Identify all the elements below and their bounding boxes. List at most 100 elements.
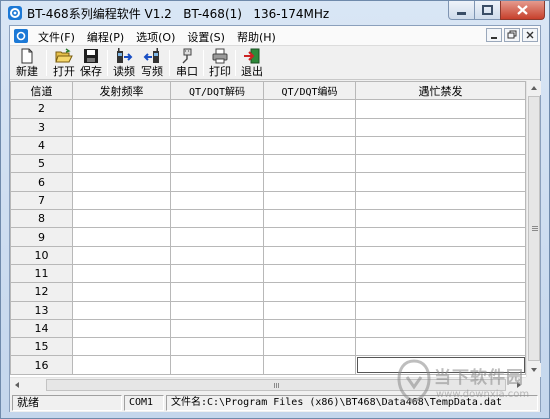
vertical-scroll-thumb[interactable] — [528, 96, 540, 361]
grid-cell[interactable] — [72, 117, 171, 137]
grid-cell[interactable] — [355, 99, 526, 119]
row-header[interactable]: 5 — [10, 154, 73, 174]
close-button[interactable] — [500, 1, 545, 20]
grid-cell[interactable] — [170, 135, 264, 156]
grid-cell[interactable] — [72, 337, 171, 357]
horizontal-scrollbar[interactable] — [10, 377, 526, 391]
column-header-tx-frequency[interactable]: 发射频率 — [72, 80, 171, 101]
row-header[interactable]: 8 — [10, 209, 73, 229]
grid-cell[interactable] — [355, 227, 526, 247]
grid-cell[interactable] — [263, 282, 356, 302]
grid-cell[interactable] — [355, 245, 526, 265]
maximize-button[interactable] — [474, 1, 501, 20]
grid-cell[interactable] — [263, 209, 356, 229]
open-button[interactable]: 打开 — [49, 47, 79, 79]
title-bar[interactable]: BT-468系列编程软件 V1.2 BT-468(1) 136-174MHz — [1, 1, 549, 25]
grid-cell[interactable] — [263, 355, 356, 375]
row-header[interactable]: 12 — [10, 282, 73, 302]
vertical-scrollbar[interactable] — [526, 81, 541, 377]
row-header[interactable]: 7 — [10, 190, 73, 211]
grid-cell[interactable] — [170, 300, 264, 320]
exit-button[interactable]: 退出 — [237, 47, 267, 79]
row-header[interactable]: 14 — [10, 318, 73, 339]
grid-cell[interactable] — [170, 355, 264, 375]
grid-cell[interactable] — [72, 263, 171, 284]
grid-cell[interactable] — [72, 154, 171, 174]
grid-cell[interactable] — [72, 300, 171, 320]
grid-cell[interactable] — [355, 318, 526, 339]
scroll-down-button[interactable] — [527, 363, 541, 377]
grid-cell[interactable] — [263, 99, 356, 119]
row-header[interactable]: 13 — [10, 300, 73, 320]
grid-cell[interactable] — [263, 227, 356, 247]
mdi-close-button[interactable] — [522, 28, 538, 42]
scroll-right-button[interactable] — [512, 378, 526, 392]
mdi-minimize-button[interactable] — [486, 28, 502, 42]
menu-program[interactable]: 编程(P) — [81, 26, 130, 46]
grid-cell[interactable] — [355, 172, 526, 192]
grid-cell[interactable] — [263, 154, 356, 174]
scroll-up-button[interactable] — [527, 81, 541, 95]
grid-cell[interactable] — [355, 135, 526, 156]
scroll-left-button[interactable] — [10, 378, 24, 392]
write-button[interactable]: 写频 — [137, 47, 167, 79]
grid-cell[interactable] — [170, 337, 264, 357]
grid-cell[interactable] — [170, 172, 264, 192]
menu-help[interactable]: 帮助(H) — [231, 26, 282, 46]
menu-settings[interactable]: 设置(S) — [181, 26, 231, 46]
menu-options[interactable]: 选项(O) — [130, 26, 181, 46]
grid-cell[interactable] — [72, 135, 171, 156]
grid-cell[interactable] — [355, 190, 526, 211]
serial-port-button[interactable]: 串口 — [172, 47, 202, 79]
column-header-qt-decode[interactable]: QT/DQT解码 — [170, 80, 264, 101]
column-header-qt-encode[interactable]: QT/DQT编码 — [263, 80, 356, 101]
grid-cell[interactable] — [72, 318, 171, 339]
grid-cell[interactable] — [170, 282, 264, 302]
grid-cell[interactable] — [72, 209, 171, 229]
grid-cell[interactable] — [170, 245, 264, 265]
read-button[interactable]: 读频 — [109, 47, 139, 79]
grid-cell[interactable] — [72, 282, 171, 302]
grid-cell[interactable] — [355, 300, 526, 320]
document-icon[interactable] — [14, 29, 28, 43]
row-header[interactable]: 3 — [10, 117, 73, 137]
save-button[interactable]: 保存 — [76, 47, 106, 79]
grid-cell[interactable] — [170, 318, 264, 339]
print-button[interactable]: 打印 — [205, 47, 235, 79]
minimize-button[interactable] — [448, 1, 475, 20]
horizontal-scroll-thumb[interactable] — [46, 379, 506, 391]
channel-grid[interactable]: 信道 发射频率 QT/DQT解码 QT/DQT编码 遇忙禁发 234567891… — [10, 80, 541, 391]
row-header[interactable]: 10 — [10, 245, 73, 265]
grid-cell[interactable] — [72, 99, 171, 119]
row-header[interactable]: 6 — [10, 172, 73, 192]
column-header-channel[interactable]: 信道 — [10, 80, 73, 101]
grid-cell[interactable] — [72, 190, 171, 211]
grid-cell[interactable] — [170, 263, 264, 284]
grid-cell[interactable] — [72, 245, 171, 265]
menu-file[interactable]: 文件(F) — [32, 26, 81, 46]
grid-cell[interactable] — [263, 337, 356, 357]
grid-cell[interactable] — [170, 154, 264, 174]
row-header[interactable]: 15 — [10, 337, 73, 357]
grid-cell[interactable] — [170, 190, 264, 211]
grid-cell[interactable] — [263, 245, 356, 265]
grid-cell[interactable] — [355, 282, 526, 302]
new-button[interactable]: 新建 — [12, 47, 42, 79]
grid-cell[interactable] — [170, 117, 264, 137]
row-header[interactable]: 9 — [10, 227, 73, 247]
grid-cell[interactable] — [355, 154, 526, 174]
grid-cell[interactable] — [355, 263, 526, 284]
grid-cell[interactable] — [355, 209, 526, 229]
grid-cell[interactable] — [263, 190, 356, 211]
grid-cell[interactable] — [355, 337, 526, 357]
grid-cell[interactable] — [170, 227, 264, 247]
grid-cell[interactable] — [263, 300, 356, 320]
grid-cell[interactable] — [263, 117, 356, 137]
grid-cell[interactable] — [72, 227, 171, 247]
grid-cell[interactable] — [263, 135, 356, 156]
grid-cell[interactable] — [263, 263, 356, 284]
row-header[interactable]: 4 — [10, 135, 73, 156]
row-header[interactable]: 11 — [10, 263, 73, 284]
grid-cell[interactable] — [72, 172, 171, 192]
grid-cell[interactable] — [263, 172, 356, 192]
